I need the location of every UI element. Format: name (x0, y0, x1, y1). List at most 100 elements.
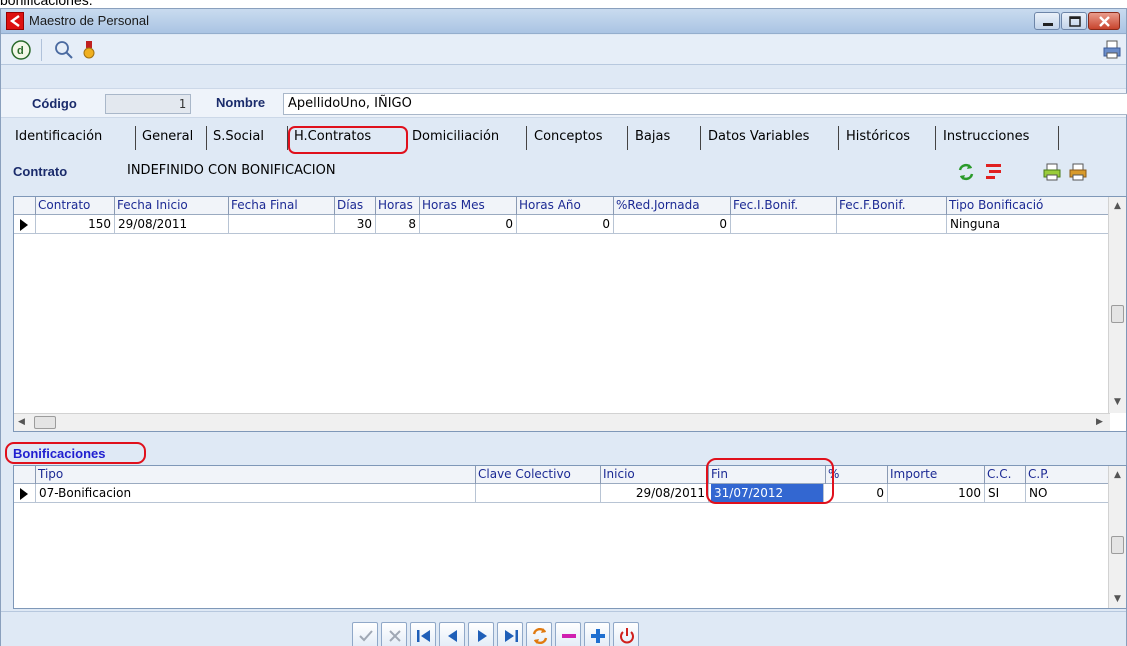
refresh-button[interactable] (526, 622, 552, 646)
scroll-down-icon[interactable]: ▼ (1114, 594, 1121, 604)
col-fecha-inicio[interactable]: Fecha Inicio (115, 197, 229, 215)
contrato-bar: Contrato INDEFINIDO CON BONIFICACION (1, 158, 1126, 184)
cell-tipo-bonificacion[interactable]: Ninguna (947, 215, 1110, 234)
tab-datos-variables[interactable]: Datos Variables (706, 126, 839, 150)
contracts-horizontal-scrollbar[interactable]: ◀ ▶ (14, 413, 1110, 431)
contrato-label: Contrato (13, 164, 68, 179)
tab-identificacion[interactable]: Identificación (13, 126, 136, 150)
cell-red-jornada[interactable]: 0 (614, 215, 731, 234)
scroll-left-icon[interactable]: ◀ (18, 417, 25, 427)
tab-instrucciones[interactable]: Instrucciones (941, 126, 1059, 150)
col-contrato[interactable]: Contrato (36, 197, 115, 215)
col-fec-f-bonif[interactable]: Fec.F.Bonif. (837, 197, 947, 215)
cell-fecha-inicio[interactable]: 29/08/2011 (115, 215, 229, 234)
cut-off-text: bonificaciones. (0, 0, 1127, 8)
scroll-down-icon[interactable]: ▼ (1114, 397, 1121, 407)
tab-historicos[interactable]: Históricos (844, 126, 936, 150)
cell-inicio[interactable]: 29/08/2011 (601, 484, 709, 503)
scroll-right-icon[interactable]: ▶ (1096, 417, 1103, 427)
bonificaciones-grid: Tipo Clave Colectivo Inicio Fin % Import… (13, 465, 1127, 609)
table-row[interactable]: 150 29/08/2011 30 8 0 0 0 Ninguna (14, 215, 1110, 234)
print-icon[interactable] (1101, 39, 1123, 61)
main-window: Maestro de Personal d Código 1 Nombre Ap… (0, 8, 1127, 646)
col-red-jornada[interactable]: %Red.Jornada (614, 197, 731, 215)
close-window-button[interactable] (1088, 12, 1120, 30)
filter-icon[interactable] (983, 161, 1005, 183)
cell-tipo[interactable]: 07-Bonificacion (36, 484, 476, 503)
cell-horas-ano[interactable]: 0 (517, 215, 614, 234)
col-fec-i-bonif[interactable]: Fec.I.Bonif. (731, 197, 837, 215)
add-record-button[interactable] (584, 622, 610, 646)
cell-clave-colectivo[interactable] (476, 484, 601, 503)
next-record-button[interactable] (468, 622, 494, 646)
col-cp[interactable]: C.P. (1026, 466, 1110, 484)
cell-cp[interactable]: NO (1026, 484, 1110, 503)
col-fecha-final[interactable]: Fecha Final (229, 197, 335, 215)
toolbar-separator (41, 39, 42, 61)
col-inicio[interactable]: Inicio (601, 466, 709, 484)
delete-record-button[interactable] (555, 622, 581, 646)
tab-conceptos[interactable]: Conceptos (532, 126, 628, 150)
last-record-button[interactable] (497, 622, 523, 646)
refresh-icon[interactable] (955, 161, 977, 183)
tab-bajas[interactable]: Bajas (633, 126, 701, 150)
first-record-button[interactable] (410, 622, 436, 646)
col-tipo-bonificacion[interactable]: Tipo Bonificació (947, 197, 1110, 215)
codigo-label: Código (32, 96, 77, 111)
contracts-grid-header: Contrato Fecha Inicio Fecha Final Días H… (14, 197, 1110, 215)
medal-icon[interactable] (79, 39, 101, 61)
cell-dias[interactable]: 30 (335, 215, 376, 234)
nombre-field[interactable]: ApellidoUno, IÑIGO (283, 93, 1127, 115)
scroll-up-icon[interactable]: ▲ (1114, 201, 1121, 211)
row-indicator (14, 484, 36, 503)
cancel-button[interactable] (381, 622, 407, 646)
cell-cc[interactable]: SI (985, 484, 1026, 503)
bonificaciones-vertical-scrollbar[interactable]: ▲ ▼ (1108, 466, 1126, 608)
col-tipo[interactable]: Tipo (36, 466, 476, 484)
tab-domiciliacion[interactable]: Domiciliación (410, 126, 527, 150)
col-horas[interactable]: Horas (376, 197, 420, 215)
cell-horas[interactable]: 8 (376, 215, 420, 234)
contracts-vertical-scrollbar[interactable]: ▲ ▼ (1108, 197, 1126, 413)
d-logo-icon[interactable]: d (10, 39, 32, 61)
maximize-button[interactable] (1061, 12, 1087, 30)
search-icon[interactable] (53, 39, 75, 61)
svg-text:d: d (17, 45, 24, 57)
cell-contrato[interactable]: 150 (36, 215, 115, 234)
confirm-button[interactable] (352, 622, 378, 646)
title-bar: Maestro de Personal (1, 9, 1126, 34)
col-cc[interactable]: C.C. (985, 466, 1026, 484)
col-importe[interactable]: Importe (888, 466, 985, 484)
row-indicator-header (14, 466, 36, 484)
tab-general[interactable]: General (140, 126, 207, 150)
scroll-thumb[interactable] (1111, 305, 1124, 323)
hscroll-thumb[interactable] (34, 416, 56, 429)
cell-fecha-final[interactable] (229, 215, 335, 234)
minimize-button[interactable] (1034, 12, 1060, 30)
cell-fec-i-bonif[interactable] (731, 215, 837, 234)
nombre-label: Nombre (216, 95, 266, 110)
contrato-value: INDEFINIDO CON BONIFICACION (127, 163, 336, 178)
power-exit-button[interactable] (613, 622, 639, 646)
col-dias[interactable]: Días (335, 197, 376, 215)
cell-fec-f-bonif[interactable] (837, 215, 947, 234)
contracts-grid: Contrato Fecha Inicio Fecha Final Días H… (13, 196, 1127, 432)
scroll-thumb[interactable] (1111, 536, 1124, 554)
col-horas-ano[interactable]: Horas Año (517, 197, 614, 215)
table-row[interactable]: 07-Bonificacion 29/08/2011 31/07/2012 0 … (14, 484, 1110, 503)
tab-ssocial[interactable]: S.Social (211, 126, 288, 150)
print-all-icon[interactable] (1067, 161, 1089, 183)
navigation-bar (1, 611, 1126, 646)
codigo-field[interactable]: 1 (105, 94, 191, 114)
row-indicator-header (14, 197, 36, 215)
col-horas-mes[interactable]: Horas Mes (420, 197, 517, 215)
tab-bar: Identificación General S.Social H.Contra… (1, 126, 1126, 152)
cell-importe[interactable]: 100 (888, 484, 985, 503)
col-porcentaje[interactable]: % (826, 466, 888, 484)
previous-record-button[interactable] (439, 622, 465, 646)
print-contrato-icon[interactable] (1041, 161, 1063, 183)
col-clave-colectivo[interactable]: Clave Colectivo (476, 466, 601, 484)
cell-horas-mes[interactable]: 0 (420, 215, 517, 234)
cell-porcentaje[interactable]: 0 (826, 484, 888, 503)
scroll-up-icon[interactable]: ▲ (1114, 470, 1121, 480)
